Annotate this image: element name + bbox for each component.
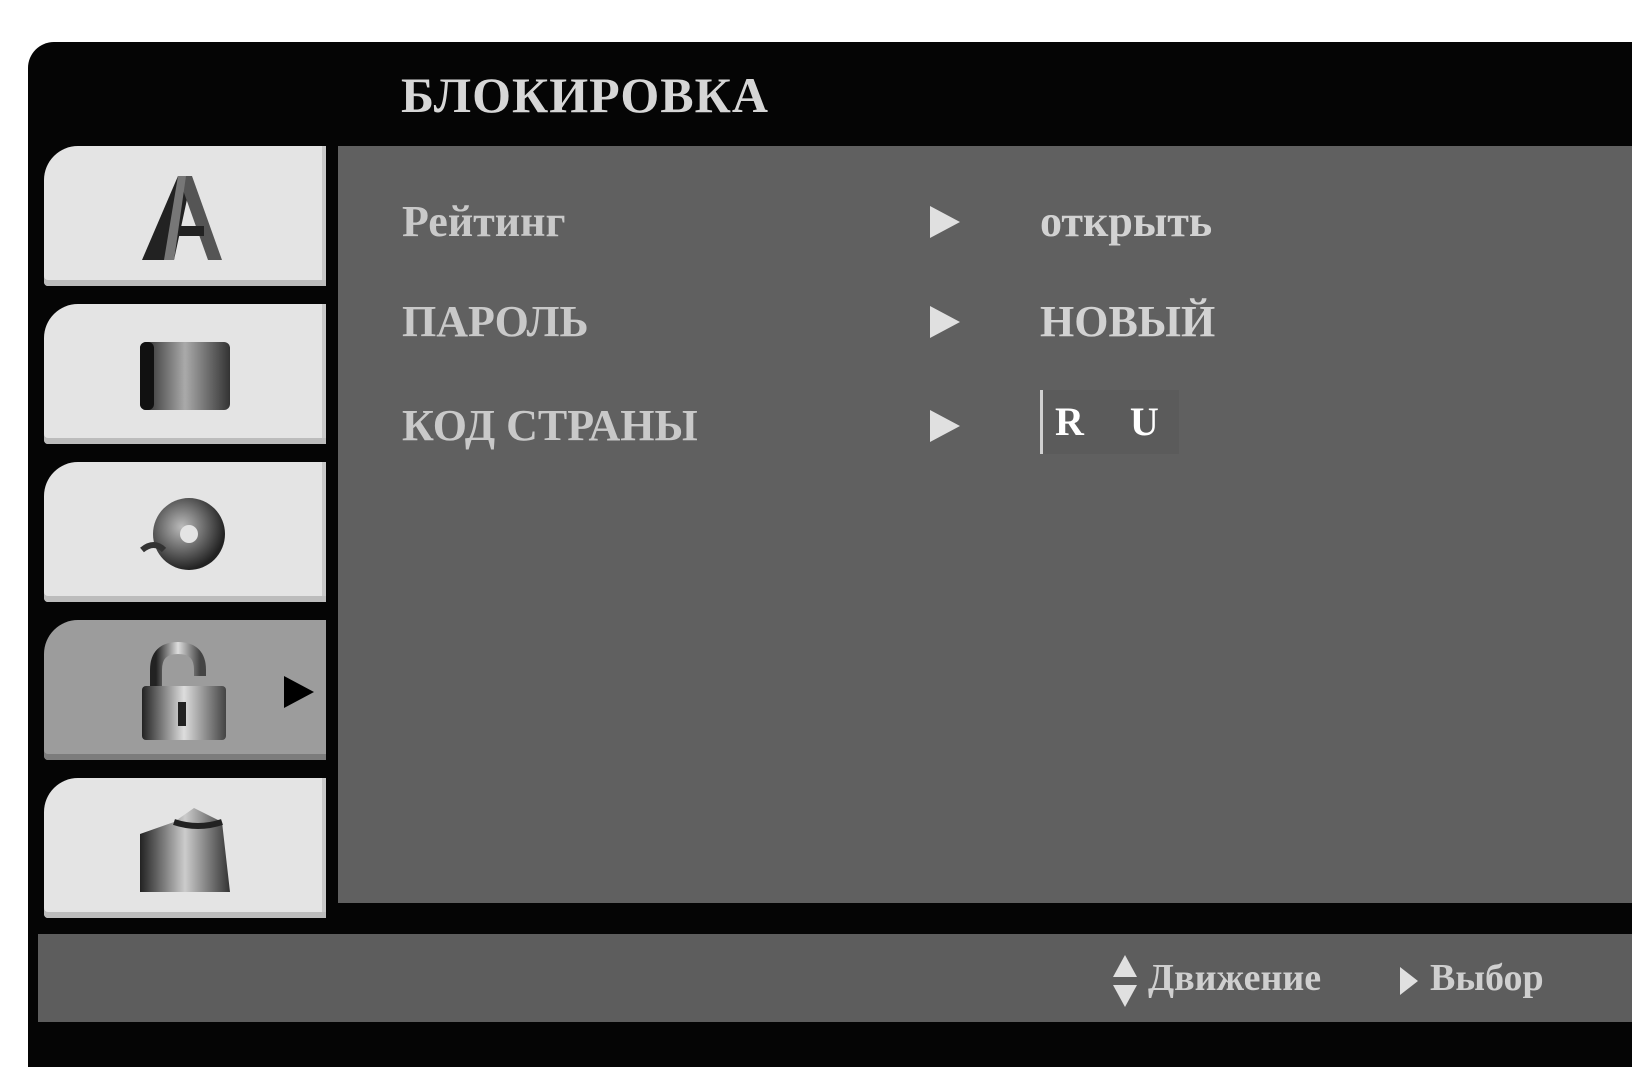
lock-icon: [142, 642, 226, 740]
footer-hint-bar: Движение Выбор: [38, 934, 1632, 1022]
display-icon: [140, 342, 230, 410]
tab-other-settings[interactable]: [44, 778, 326, 918]
setting-label: Рейтинг: [402, 197, 566, 246]
tab-language[interactable]: [44, 146, 326, 286]
tab-display[interactable]: [44, 304, 326, 444]
audio-icon: [140, 498, 225, 570]
setting-row-rating[interactable]: Рейтинг открыть: [338, 192, 1632, 252]
arrow-right-icon: [930, 306, 960, 338]
language-icon: [142, 176, 222, 260]
select-hint-label: Выбор: [1430, 957, 1544, 999]
setting-row-country-code[interactable]: КОД СТРАНЫ R U: [338, 390, 1632, 456]
arrow-right-icon: [930, 410, 960, 442]
setting-value[interactable]: НОВЫЙ: [1040, 292, 1215, 352]
other-settings-icon: [140, 808, 230, 892]
move-hint-label: Движение: [1148, 957, 1322, 999]
country-code-value: R U: [1055, 399, 1177, 444]
settings-panel: Рейтинг открыть ПАРОЛЬ НОВЫЙ КОД СТРАНЫ …: [338, 146, 1632, 903]
setting-value[interactable]: открыть: [1040, 192, 1212, 252]
country-code-field[interactable]: R U: [1040, 390, 1179, 454]
setting-label: ПАРОЛЬ: [402, 297, 589, 346]
move-hint: Движение: [1112, 934, 1321, 1022]
setting-row-password[interactable]: ПАРОЛЬ НОВЫЙ: [338, 292, 1632, 352]
setting-label: КОД СТРАНЫ: [402, 401, 698, 450]
tab-lock[interactable]: [44, 620, 326, 760]
setup-menu-screen: БЛОКИРОВКА Рейтинг открыть ПАРОЛЬ НОВЫЙ …: [28, 42, 1632, 1067]
selected-tab-pointer-icon: [284, 676, 314, 708]
menu-title: БЛОКИРОВКА: [401, 67, 769, 123]
arrow-right-icon: [1400, 967, 1418, 996]
up-down-arrows-icon: [1113, 955, 1137, 1008]
select-hint: Выбор: [1398, 934, 1544, 1022]
arrow-right-icon: [930, 206, 960, 238]
tab-audio[interactable]: [44, 462, 326, 602]
